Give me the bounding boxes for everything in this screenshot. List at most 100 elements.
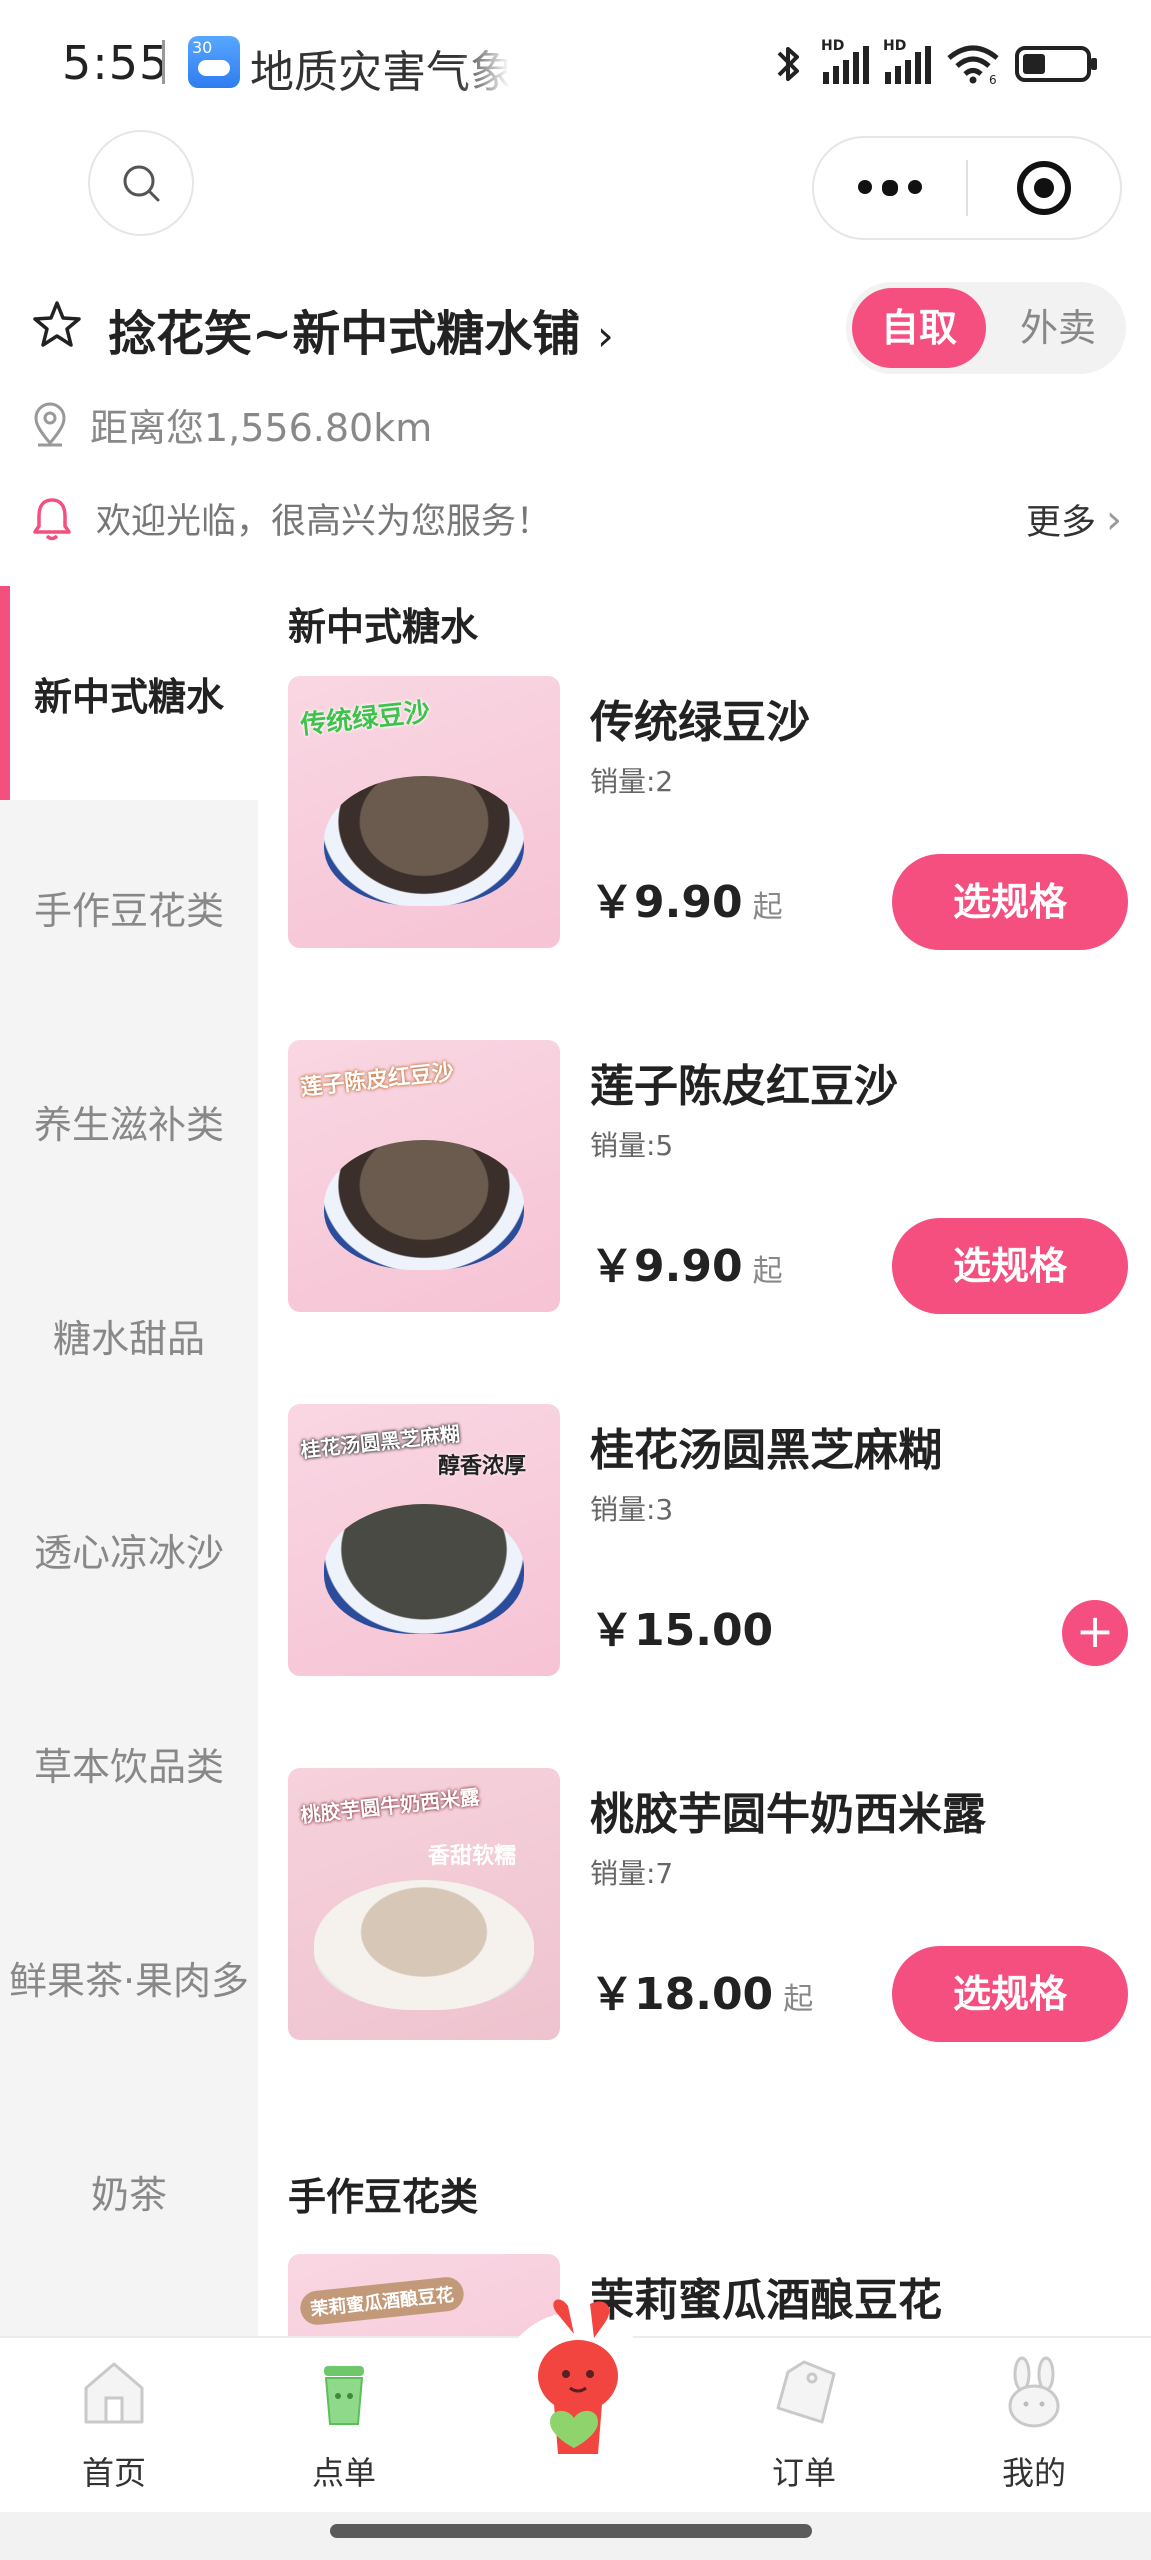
- select-spec-button[interactable]: 选规格: [892, 1218, 1128, 1314]
- self-pickup-option[interactable]: 自取: [852, 288, 986, 368]
- price-suffix: 起: [752, 1254, 783, 1289]
- tab-label: 订单: [771, 2454, 836, 2492]
- target-icon: [1016, 161, 1071, 215]
- section-title: 新中式糖水: [288, 605, 479, 649]
- status-app-name: 地质灾害气象: [250, 47, 510, 98]
- sidebar-item-sweet-soup[interactable]: 糖水甜品: [0, 1228, 258, 1442]
- price-suffix: 起: [783, 1982, 814, 2017]
- sidebar-item-milk-tea[interactable]: 奶茶: [0, 2084, 258, 2298]
- product-price: ￥9.90 起: [590, 1230, 783, 1294]
- tab-profile[interactable]: 我的: [954, 2352, 1114, 2502]
- product-card[interactable]: 茉莉蜜瓜酒酿豆花 茉莉蜜瓜酒酿豆花: [288, 2254, 1128, 2336]
- sidebar-item-label: 奶茶: [90, 2172, 167, 2217]
- chevron-right-icon: ›: [1106, 496, 1122, 543]
- sidebar-item-tofu-pudding[interactable]: 手作豆花类: [0, 800, 258, 1014]
- notice-bar: 欢迎光临，很高兴为您服务！ 更多 ›: [30, 488, 1122, 548]
- product-image-text: 茉莉蜜瓜酒酿豆花: [298, 2275, 466, 2327]
- sidebar-item-label: 新中式糖水: [33, 674, 224, 719]
- distance-row: 距离您1,556.80km: [30, 394, 432, 454]
- product-image-text: 传统绿豆沙: [299, 697, 432, 741]
- notice-more-link[interactable]: 更多 ›: [1026, 494, 1122, 545]
- signal2-label: HD: [883, 38, 907, 54]
- product-price: ￥15.00: [590, 1594, 773, 1658]
- mascot-icon: [498, 2299, 654, 2468]
- product-card[interactable]: 莲子陈皮红豆沙 莲子陈皮红豆沙 销量:5 ￥9.90 起 选规格: [288, 1040, 1128, 1320]
- sidebar-item-label: 手作豆花类: [33, 888, 224, 933]
- tab-order-menu[interactable]: 点单: [264, 2352, 424, 2502]
- sidebar-item-fruit-tea[interactable]: 鲜果茶·果肉多: [0, 1870, 258, 2084]
- sidebar-item-health-tonic[interactable]: 养生滋补类: [0, 1014, 258, 1228]
- price-value: ￥15.00: [590, 1605, 774, 1656]
- miniprogram-capsule: [812, 136, 1122, 240]
- product-sales: 销量:3: [590, 1493, 674, 1526]
- shop-name: 捻花笑~新中式糖水铺: [108, 306, 581, 362]
- house-icon: [74, 2352, 154, 2432]
- product-card[interactable]: 桂花汤圆黑芝麻糊 醇香浓厚 桂花汤圆黑芝麻糊 销量:3 ￥15.00 +: [288, 1404, 1128, 1684]
- sidebar-item-smoothie[interactable]: 透心凉冰沙: [0, 1442, 258, 1656]
- distance-text: 距离您1,556.80km: [90, 405, 433, 450]
- section-title: 手作豆花类: [288, 2175, 479, 2219]
- tab-mascot[interactable]: [494, 2290, 658, 2470]
- delivery-option[interactable]: 外卖: [996, 288, 1120, 368]
- product-image-text: 桂花汤圆黑芝麻糊: [299, 1421, 461, 1463]
- shop-name-link[interactable]: 捻花笑~新中式糖水铺 ›: [108, 294, 614, 364]
- product-name: 传统绿豆沙: [590, 697, 810, 748]
- weather-app-icon: 30: [188, 36, 240, 88]
- product-sales: 销量:2: [590, 765, 674, 798]
- product-list: 新中式糖水 传统绿豆沙 传统绿豆沙 销量:2 ￥9.90 起 选规格 莲子陈皮红豆…: [258, 586, 1151, 2336]
- status-bar: 5:55 30 地质灾害气象 HD HD 6: [0, 0, 1151, 130]
- tag-icon: [764, 2352, 844, 2432]
- select-spec-button[interactable]: 选规格: [892, 1946, 1128, 2042]
- favorite-star-icon[interactable]: [30, 298, 84, 352]
- sidebar-item-label: 草本饮品类: [33, 1744, 224, 1789]
- app-icon-label: 30: [192, 38, 213, 57]
- product-sales: 销量:5: [590, 1129, 674, 1162]
- battery-icon: [1015, 46, 1097, 82]
- product-card[interactable]: 传统绿豆沙 传统绿豆沙 销量:2 ￥9.90 起 选规格: [288, 676, 1128, 956]
- sidebar-item-herbal-drinks[interactable]: 草本饮品类: [0, 1656, 258, 1870]
- sidebar-item-label: 养生滋补类: [33, 1102, 224, 1147]
- category-sidebar: 新中式糖水 手作豆花类 养生滋补类 糖水甜品 透心凉冰沙 草本饮品类 鲜果茶·果…: [0, 586, 258, 2336]
- product-card[interactable]: 桃胶芋圆牛奶西米露 香甜软糯 桃胶芋圆牛奶西米露 销量:7 ￥18.00 起 选规…: [288, 1768, 1128, 2048]
- product-image[interactable]: 莲子陈皮红豆沙: [288, 1040, 560, 1312]
- search-button[interactable]: [88, 130, 194, 236]
- wifi-label: 6: [989, 73, 997, 86]
- product-image[interactable]: 桂花汤圆黑芝麻糊 醇香浓厚: [288, 1404, 560, 1676]
- select-spec-button[interactable]: 选规格: [892, 854, 1128, 950]
- product-image-text: 香甜软糯: [428, 1844, 517, 1869]
- tab-home[interactable]: 首页: [34, 2352, 194, 2502]
- bell-icon: [33, 498, 71, 541]
- sidebar-item-new-chinese-dessert[interactable]: 新中式糖水: [0, 586, 258, 800]
- product-price: ￥18.00 起: [590, 1958, 813, 2022]
- more-button[interactable]: [814, 180, 966, 196]
- status-separator: [162, 40, 165, 84]
- search-icon: [123, 165, 160, 202]
- product-price: ￥9.90 起: [590, 866, 783, 930]
- add-to-cart-button[interactable]: +: [1062, 1600, 1128, 1666]
- sidebar-item-label: 鲜果茶·果肉多: [8, 1958, 250, 2003]
- product-name: 桂花汤圆黑芝麻糊: [590, 1425, 942, 1476]
- tab-label: 首页: [81, 2454, 146, 2492]
- wifi-icon: 6: [947, 45, 999, 86]
- price-value: ￥9.90: [590, 877, 743, 928]
- pickup-mode-toggle: 自取 外卖: [846, 282, 1126, 374]
- plate-image: [314, 1880, 534, 2010]
- close-miniprogram-button[interactable]: [968, 158, 1120, 218]
- bowl-image: [324, 1140, 524, 1270]
- product-image[interactable]: 桃胶芋圆牛奶西米露 香甜软糯: [288, 1768, 560, 2040]
- tab-orders[interactable]: 订单: [724, 2352, 884, 2502]
- bluetooth-icon: [777, 47, 799, 81]
- product-image[interactable]: 传统绿豆沙: [288, 676, 560, 948]
- price-value: ￥9.90: [590, 1241, 743, 1292]
- status-icons: HD HD 6: [771, 36, 1097, 92]
- location-pin-icon: [34, 402, 66, 447]
- tab-label: 点单: [311, 2454, 376, 2492]
- product-image-text: 莲子陈皮红豆沙: [299, 1060, 456, 1101]
- chevron-right-icon: ›: [596, 311, 614, 360]
- cloud-icon: [198, 60, 230, 76]
- home-indicator[interactable]: [330, 2524, 812, 2538]
- tab-label: 我的: [1001, 2454, 1066, 2492]
- signal1-label: HD: [821, 38, 845, 54]
- product-image-text: 醇香浓厚: [438, 1454, 527, 1479]
- sidebar-item-label: 糖水甜品: [52, 1316, 205, 1361]
